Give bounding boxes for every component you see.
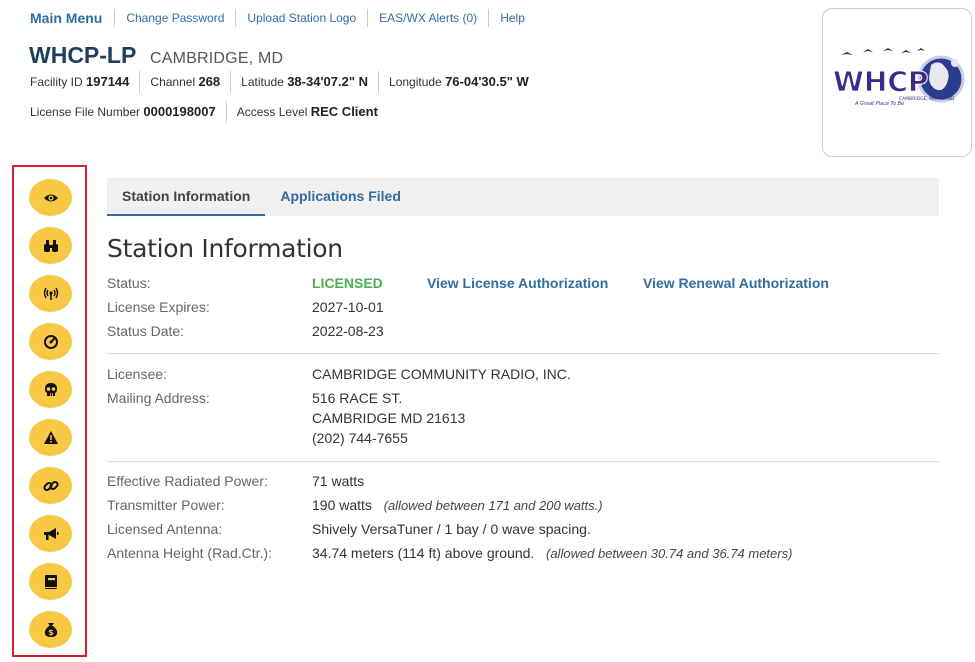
longitude-label: Longitude xyxy=(389,75,442,89)
license-facts-row: License File Number 0000198007 Access Le… xyxy=(30,101,388,123)
eye-icon xyxy=(43,194,58,201)
logo-subtext-city: CAMBRIDGE, MARYLAND xyxy=(899,96,955,102)
alerts-button[interactable] xyxy=(29,419,72,456)
latitude-value: 38-34'07.2" N xyxy=(287,74,369,89)
access-level-label: Access Level xyxy=(236,105,308,119)
transmitter-power-note: (allowed between 171 and 200 watts.) xyxy=(383,498,603,513)
channel-label: Channel xyxy=(150,75,196,89)
transmitter-power: 190 watts (allowed between 171 and 200 w… xyxy=(312,497,603,513)
hazard-button[interactable] xyxy=(29,371,72,408)
license-expires-value: 2027-10-01 xyxy=(312,299,384,315)
tab-bar: Station Information Applications Filed xyxy=(107,178,939,216)
megaphone-icon xyxy=(43,527,58,540)
notebook-icon xyxy=(44,574,57,589)
view-renewal-authorization-link[interactable]: View Renewal Authorization xyxy=(643,275,829,291)
channel-value: 268 xyxy=(198,74,221,89)
binoculars-icon xyxy=(43,239,58,252)
logo-subtext-tagline: A Great Place To Be xyxy=(854,101,904,107)
facility-id-value: 197144 xyxy=(86,74,130,89)
transmitter-power-value: 190 watts xyxy=(312,497,372,513)
broadcast-icon xyxy=(43,287,58,300)
license-expires-label: License Expires: xyxy=(107,299,210,315)
access-level-value: REC Client xyxy=(310,104,378,119)
gauge-button[interactable] xyxy=(29,323,72,360)
main-menu-link[interactable]: Main Menu xyxy=(30,10,114,26)
facility-id: Facility ID 197144 xyxy=(30,71,139,93)
upload-logo-link[interactable]: Upload Station Logo xyxy=(235,9,367,27)
longitude: Longitude 76-04'30.5" W xyxy=(378,71,539,93)
channel: Channel 268 xyxy=(139,71,230,93)
logo-text: WHCP xyxy=(833,65,928,98)
antenna-height-value: 34.74 meters (114 ft) above ground. xyxy=(312,545,535,561)
license-file-label: License File Number xyxy=(30,105,141,119)
phone-number: (202) 744-7655 xyxy=(312,430,408,446)
broadcast-button[interactable] xyxy=(29,275,72,312)
eas-alerts-link[interactable]: EAS/WX Alerts (0) xyxy=(367,9,488,27)
licensee-label: Licensee: xyxy=(107,366,167,382)
status-date-value: 2022-08-23 xyxy=(312,323,384,339)
address-line1: 516 RACE ST. xyxy=(312,390,403,406)
link-icon xyxy=(42,480,59,491)
latitude-label: Latitude xyxy=(241,75,284,89)
help-link[interactable]: Help xyxy=(488,9,536,27)
licensed-antenna-value: Shively VersaTuner / 1 bay / 0 wave spac… xyxy=(312,521,591,537)
licensed-antenna-label: Licensed Antenna: xyxy=(107,521,223,537)
station-logo[interactable]: WHCP CAMBRIDGE, MARYLAND A Great Place T… xyxy=(822,8,972,157)
divider xyxy=(107,353,939,354)
license-file-number: License File Number 0000198007 xyxy=(30,101,226,123)
links-button[interactable] xyxy=(29,467,72,504)
station-logo-image: WHCP CAMBRIDGE, MARYLAND A Great Place T… xyxy=(833,47,965,107)
erp-label: Effective Radiated Power: xyxy=(107,473,268,489)
licensee-value: CAMBRIDGE COMMUNITY RADIO, INC. xyxy=(312,366,571,382)
access-level: Access Level REC Client xyxy=(225,101,388,123)
tab-applications-filed[interactable]: Applications Filed xyxy=(265,178,416,216)
money-bag-icon: $ xyxy=(44,622,57,637)
facility-id-label: Facility ID xyxy=(30,75,83,89)
search-button[interactable] xyxy=(29,227,72,264)
mailing-address-label: Mailing Address: xyxy=(107,390,210,406)
antenna-height-label: Antenna Height (Rad.Ctr.): xyxy=(107,545,272,561)
tab-station-information[interactable]: Station Information xyxy=(107,178,266,216)
warning-icon xyxy=(43,430,58,444)
station-facts-row: Facility ID 197144 Channel 268 Latitude … xyxy=(30,71,539,93)
license-file-value: 0000198007 xyxy=(143,104,216,119)
erp-value: 71 watts xyxy=(312,473,365,489)
view-button[interactable] xyxy=(29,179,72,216)
station-city: CAMBRIDGE, MD xyxy=(150,50,284,67)
announce-button[interactable] xyxy=(29,515,72,552)
view-license-authorization-link[interactable]: View License Authorization xyxy=(427,275,608,291)
top-nav: Main Menu Change Password Upload Station… xyxy=(30,8,536,28)
skull-icon xyxy=(44,382,57,396)
gauge-icon xyxy=(43,334,58,349)
transmitter-power-label: Transmitter Power: xyxy=(107,497,225,513)
longitude-value: 76-04'30.5" W xyxy=(445,74,529,89)
station-callsign: WHCP-LP xyxy=(29,42,137,68)
sidebar-tools: $ xyxy=(12,165,87,657)
fees-button[interactable]: $ xyxy=(29,611,72,648)
status-date-label: Status Date: xyxy=(107,323,185,339)
latitude: Latitude 38-34'07.2" N xyxy=(230,71,378,93)
status-label: Status: xyxy=(107,275,151,291)
notebook-button[interactable] xyxy=(29,563,72,600)
change-password-link[interactable]: Change Password xyxy=(114,9,235,27)
section-title: Station Information xyxy=(107,234,343,263)
antenna-height: 34.74 meters (114 ft) above ground. (all… xyxy=(312,545,792,561)
svg-text:$: $ xyxy=(48,628,54,637)
antenna-height-note: (allowed between 30.74 and 36.74 meters) xyxy=(546,546,793,561)
divider xyxy=(107,461,939,462)
status-value: LICENSED xyxy=(312,275,383,291)
address-line2: CAMBRIDGE MD 21613 xyxy=(312,410,466,426)
